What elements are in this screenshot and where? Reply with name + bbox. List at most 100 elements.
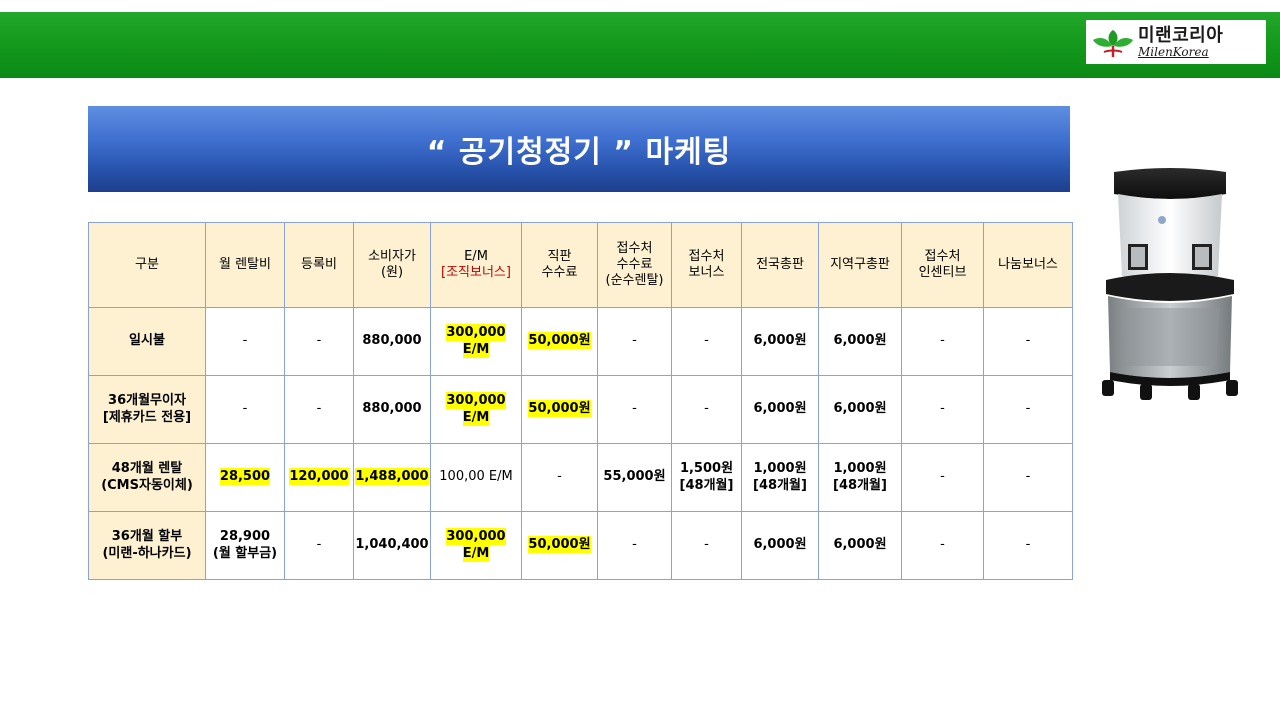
cell-line: -	[704, 537, 709, 553]
cell-line: 구분	[135, 256, 159, 272]
table-cell: -	[901, 511, 984, 580]
table-cell: 120,000	[284, 443, 354, 512]
cell-line: 6,000원	[753, 333, 807, 349]
cell-line: -	[316, 333, 322, 349]
table-cell: -	[671, 375, 742, 444]
table-cell: 6,000원	[818, 307, 902, 376]
cell-line: -	[1025, 537, 1031, 553]
table-row: 36개월 할부 (미랜-하나카드) 28,900 (월 할부금) -1,040,400 3…	[88, 511, 1073, 580]
cell-line: 1,040,400	[355, 537, 429, 553]
air-purifier-product-image	[1102, 168, 1238, 400]
cell-line: -	[242, 401, 248, 417]
table-cell: 880,000	[353, 307, 431, 376]
cell-line: (원)	[380, 265, 404, 280]
table-body: 일시불 - - 880,000 300,000 E/M 50,000원 - - 6,000원 6,…	[88, 307, 1073, 580]
cell-line: 전국총판	[756, 256, 804, 272]
cell-line: 300,000 E/M	[446, 325, 506, 357]
table-cell: 28,500	[205, 443, 285, 512]
table-cell: -	[597, 307, 672, 376]
cell-line: (월 할부금)	[212, 545, 278, 561]
table-cell: -	[983, 443, 1073, 512]
cell-line: 120,000	[289, 469, 349, 485]
page-title: “ 공기청정기 ” 마케팅	[426, 135, 732, 170]
table-cell: 300,000 E/M	[430, 307, 522, 376]
highlighted-value: 300,000 E/M	[446, 528, 506, 562]
highlighted-value: 28,500	[219, 468, 271, 486]
cell-line: 1,000원	[833, 461, 887, 477]
column-header: 구분	[88, 222, 206, 308]
cell-line: 55,000원	[603, 469, 666, 485]
marketing-table: 구분 월 렌탈비 등록비 소비자가 (원) E/M [조직보너스] 직판 수수료 접수처 수수료 (순…	[88, 222, 1073, 580]
cell-line: (CMS자동이체)	[101, 477, 193, 493]
highlighted-value: 50,000원	[528, 400, 591, 418]
cell-line: 28,900	[219, 529, 271, 545]
cell-line: -	[940, 469, 945, 485]
table-cell: 880,000	[353, 375, 431, 444]
cell-line: 1,000원	[753, 461, 807, 477]
table-cell: -	[521, 443, 598, 512]
highlighted-value: 50,000원	[528, 332, 591, 350]
table-cell: -	[983, 511, 1073, 580]
cell-line: 소비자가	[368, 248, 416, 264]
column-header: 접수처 인센티브	[901, 222, 984, 308]
cell-line: -	[1025, 469, 1031, 485]
table-cell: -	[205, 375, 285, 444]
table-row: 48개월 렌탈 (CMS자동이체) 28,500 120,000 1,488,000 10…	[88, 443, 1073, 512]
table-cell: 100,00 E/M	[430, 443, 522, 512]
table-cell: 6,000원	[741, 511, 819, 580]
cell-line: -	[1025, 401, 1031, 417]
cell-line: -	[316, 537, 322, 553]
highlighted-value: 1,488,000	[355, 468, 429, 486]
column-header: 직판 수수료	[521, 222, 598, 308]
cell-line: 1,500원	[679, 461, 734, 477]
cell-line: -	[557, 469, 562, 485]
table-row: 36개월무이자 [제휴카드 전용] - - 880,000 300,000 E/M 50,0…	[88, 375, 1073, 444]
column-header: 소비자가 (원)	[353, 222, 431, 308]
cell-line: E/M	[464, 248, 488, 264]
table-cell: -	[983, 307, 1073, 376]
row-label: 일시불	[88, 307, 206, 376]
table-cell: 50,000원	[521, 307, 598, 376]
cell-line: 1,488,000	[355, 469, 429, 485]
cell-line: 접수처	[924, 248, 961, 264]
cell-line: 300,000 E/M	[446, 393, 506, 425]
cell-line: -	[242, 333, 248, 349]
table-cell: -	[901, 375, 984, 444]
cell-line: -	[632, 333, 637, 349]
highlighted-value: 50,000원	[528, 536, 591, 554]
cell-line: -	[940, 333, 945, 349]
cell-line: 36개월무이자	[108, 393, 186, 409]
logo-korean-text: 미랜코리아	[1138, 24, 1224, 46]
cell-line: 나눔보너스	[998, 256, 1058, 272]
table-row: 일시불 - - 880,000 300,000 E/M 50,000원 - - 6,000원 6,…	[88, 307, 1073, 376]
cell-line: 880,000	[362, 333, 422, 349]
cell-line: -	[704, 333, 709, 349]
cell-line: 월 렌탈비	[219, 256, 271, 272]
column-header: 접수처 수수료 (순수렌탈)	[597, 222, 672, 308]
table-cell: -	[983, 375, 1073, 444]
table-cell: -	[671, 511, 742, 580]
cell-line: 300,000 E/M	[446, 529, 506, 561]
column-header: 등록비	[284, 222, 354, 308]
company-logo: 미랜코리아 MilenKorea	[1086, 20, 1266, 64]
cell-line: [조직보너스]	[441, 265, 511, 280]
table-cell: 55,000원	[597, 443, 672, 512]
column-header: 월 렌탈비	[205, 222, 285, 308]
highlighted-value: 300,000 E/M	[446, 324, 506, 358]
cell-line: (순수렌탈)	[605, 273, 664, 289]
table-cell: -	[284, 375, 354, 444]
table-cell: 1,000원 [48개월]	[818, 443, 902, 512]
table-cell: 28,900 (월 할부금)	[205, 511, 285, 580]
highlighted-value: 120,000	[289, 468, 349, 486]
column-header: 나눔보너스	[983, 222, 1073, 308]
cell-line: [48개월]	[679, 477, 734, 493]
table-cell: -	[671, 307, 742, 376]
table-cell: 50,000원	[521, 511, 598, 580]
cell-line: -	[316, 401, 322, 417]
table-cell: -	[901, 443, 984, 512]
cell-line: [48개월]	[753, 477, 807, 493]
cell-line: 6,000원	[833, 333, 887, 349]
cell-line: 880,000	[362, 401, 422, 417]
cell-line: 수수료	[541, 265, 578, 280]
cell-line: -	[1025, 333, 1031, 349]
